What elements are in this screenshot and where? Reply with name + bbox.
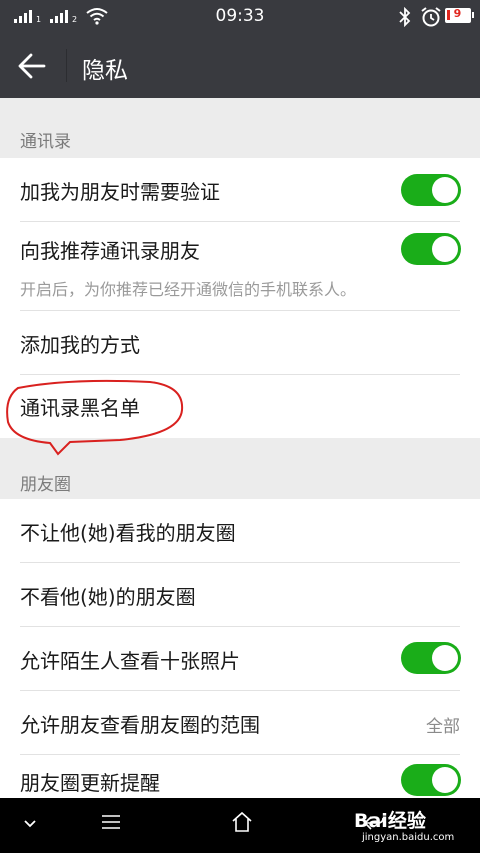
- contacts-group: 加我为朋友时需要验证 向我推荐通讯录朋友 开启后，为你推荐已经开通微信的手机联系…: [0, 158, 480, 438]
- back-arrow-icon[interactable]: [18, 53, 46, 79]
- moments-group: 不让他(她)看我的朋友圈 不看他(她)的朋友圈 允许陌生人查看十张照片 允许朋友…: [0, 499, 480, 798]
- setting-description: 开启后，为你推荐已经开通微信的手机联系人。: [20, 280, 357, 299]
- setting-label: 不让他(她)看我的朋友圈: [20, 521, 236, 545]
- home-icon[interactable]: [230, 810, 254, 834]
- page-title: 隐私: [82, 58, 128, 84]
- setting-label: 向我推荐通讯录朋友: [20, 239, 200, 263]
- moments-update-reminder-toggle[interactable]: [401, 764, 461, 796]
- alarm-icon: [421, 7, 441, 27]
- header-divider: [66, 49, 67, 82]
- setting-row-block-viewing-my-moments[interactable]: 不让他(她)看我的朋友圈: [0, 499, 480, 563]
- setting-label: 允许陌生人查看十张照片: [20, 649, 240, 673]
- battery-icon: 9: [445, 7, 474, 23]
- setting-row-moments-visible-range[interactable]: 允许朋友查看朋友圈的范围 全部: [0, 691, 480, 755]
- setting-label: 通讯录黑名单: [20, 396, 140, 420]
- system-nav-bar: Bai经验 jingyan.baidu.com: [0, 798, 480, 853]
- setting-row-recommend-contacts[interactable]: 向我推荐通讯录朋友 开启后，为你推荐已经开通微信的手机联系人。: [0, 217, 480, 311]
- section-title-contacts: 通讯录: [20, 132, 71, 152]
- status-bar: 1 2 09:33 9: [0, 0, 480, 33]
- watermark-url: jingyan.baidu.com: [362, 832, 455, 843]
- app-header: 隐私: [0, 33, 480, 98]
- setting-label: 添加我的方式: [20, 333, 140, 357]
- section-title-moments: 朋友圈: [20, 475, 71, 495]
- setting-label: 朋友圈更新提醒: [20, 771, 160, 795]
- setting-row-moments-update-reminder[interactable]: 朋友圈更新提醒: [0, 755, 480, 798]
- stranger-ten-photos-toggle[interactable]: [401, 642, 461, 674]
- verify-friend-toggle[interactable]: [401, 174, 461, 206]
- setting-row-stranger-ten-photos[interactable]: 允许陌生人查看十张照片: [0, 627, 480, 691]
- setting-label: 不看他(她)的朋友圈: [20, 585, 196, 609]
- chevron-down-icon[interactable]: [22, 818, 38, 830]
- setting-value: 全部: [426, 717, 460, 737]
- setting-row-verify-friend[interactable]: 加我为朋友时需要验证: [0, 158, 480, 222]
- baidu-watermark: Bai经验 jingyan.baidu.com: [354, 804, 454, 848]
- setting-label: 允许朋友查看朋友圈的范围: [20, 713, 260, 737]
- battery-level: 9: [453, 7, 462, 20]
- bluetooth-icon: [399, 7, 411, 27]
- menu-icon[interactable]: [100, 812, 122, 832]
- watermark-brand: Bai经验: [354, 810, 426, 832]
- setting-row-add-me-methods[interactable]: 添加我的方式: [0, 311, 480, 375]
- recommend-contacts-toggle[interactable]: [401, 233, 461, 265]
- setting-row-contacts-blacklist[interactable]: 通讯录黑名单: [0, 374, 480, 438]
- setting-label: 加我为朋友时需要验证: [20, 180, 220, 204]
- setting-row-hide-their-moments[interactable]: 不看他(她)的朋友圈: [0, 563, 480, 627]
